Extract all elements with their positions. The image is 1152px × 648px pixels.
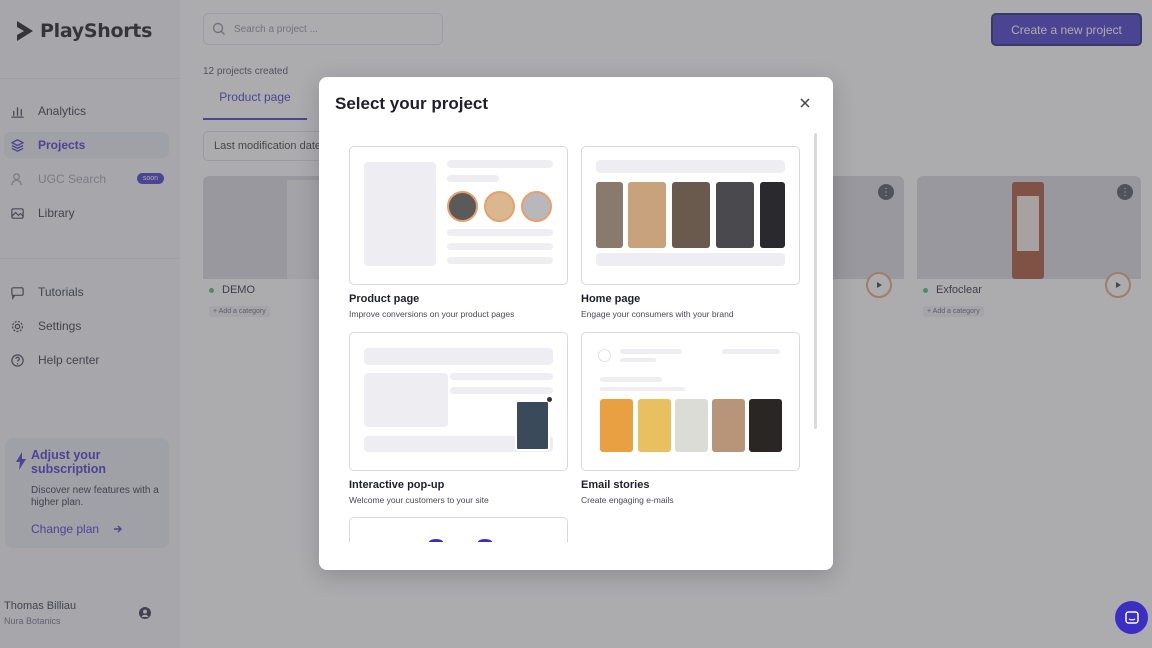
chat-support-button[interactable] xyxy=(1115,601,1148,634)
modal-title: Select your project xyxy=(335,94,489,113)
option-home-page[interactable]: Home page Engage your consumers with you… xyxy=(581,146,800,319)
option-title: Product page xyxy=(349,293,420,305)
story-thumb xyxy=(628,182,666,248)
option-title: Interactive pop-up xyxy=(349,479,445,491)
option-email-stories[interactable]: Email stories Create engaging e-mails xyxy=(581,332,800,505)
option-desc: Engage your consumers with your brand xyxy=(581,309,734,319)
option-preview xyxy=(581,332,800,471)
email-story-thumb xyxy=(638,399,671,452)
email-story-thumb xyxy=(712,399,745,452)
email-story-thumb xyxy=(675,399,708,452)
avatar-placeholder xyxy=(598,349,611,362)
option-preview xyxy=(349,146,568,285)
option-desc: Create engaging e-mails xyxy=(581,495,674,505)
option-preview xyxy=(581,146,800,285)
story-thumb xyxy=(672,182,710,248)
modal-body: Product page Improve conversions on your… xyxy=(319,132,833,542)
story-thumb xyxy=(447,191,478,222)
option-title: Home page xyxy=(581,293,641,305)
story-thumb xyxy=(716,182,754,248)
close-icon xyxy=(547,397,552,402)
chat-bubble-icon xyxy=(1124,610,1139,624)
popup-video-thumb xyxy=(515,400,550,451)
option-product-page[interactable]: Product page Improve conversions on your… xyxy=(349,146,568,319)
option-desc: Improve conversions on your product page… xyxy=(349,309,515,319)
option-title: Email stories xyxy=(581,479,650,491)
modal-scrollbar[interactable] xyxy=(814,133,817,429)
email-story-thumb xyxy=(749,399,782,452)
close-icon[interactable] xyxy=(798,96,812,110)
option-interactive-popup[interactable]: Interactive pop-up Welcome your customer… xyxy=(349,332,568,505)
option-more[interactable] xyxy=(349,517,568,542)
email-story-thumb xyxy=(600,399,633,452)
story-thumb xyxy=(596,182,623,248)
select-project-modal: Select your project Product page Improve… xyxy=(319,77,833,570)
option-preview xyxy=(349,332,568,471)
story-thumb xyxy=(760,182,785,248)
story-thumb xyxy=(484,191,515,222)
option-preview xyxy=(349,517,568,542)
story-thumb xyxy=(521,191,552,222)
option-desc: Welcome your customers to your site xyxy=(349,495,489,505)
